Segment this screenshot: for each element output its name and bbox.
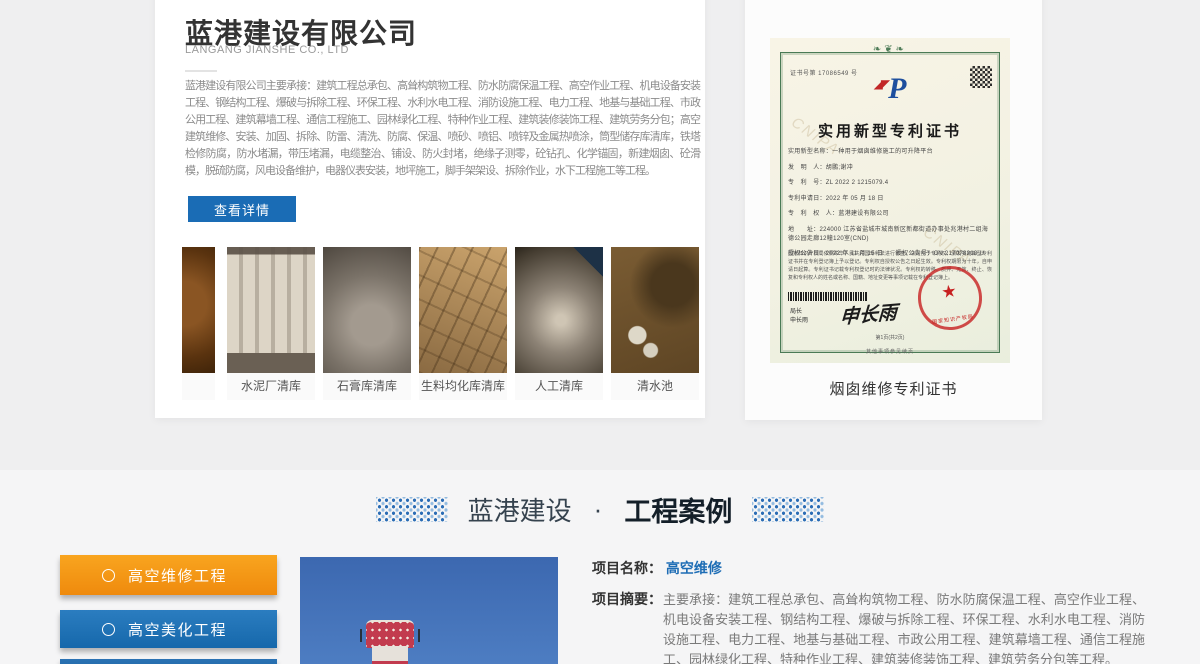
gallery-photo: [227, 247, 315, 373]
tab-label: 高空维修工程: [128, 565, 227, 586]
page: 蓝港建设有限公司 LANGANG JIANSHE CO., LTD 蓝港建设有限…: [0, 0, 1200, 664]
cnipa-logo-icon: ◢◤P: [770, 72, 1010, 106]
heading-brand: 蓝港建设: [468, 491, 572, 528]
certificate-page-note: 第1页(共2页): [770, 334, 1010, 341]
honor-card: - 荣誉资质 - CNIPA CNIPA ❧❦❧ 证书号第 17086549 号…: [745, 0, 1042, 420]
gallery-item[interactable]: 水泥厂清库: [227, 247, 315, 400]
issuer-signature: 申长雨: [839, 297, 897, 329]
tab-label: 高空美化工程: [128, 619, 227, 640]
company-intro-card: 蓝港建设有限公司 LANGANG JIANSHE CO., LTD 蓝港建设有限…: [155, 0, 705, 418]
project-name-row: 项目名称： 高空维修: [592, 558, 722, 578]
gallery-caption: 水泥厂清库: [227, 373, 315, 400]
ring-icon: [102, 623, 115, 636]
company-name-en: LANGANG JIANSHE CO., LTD: [185, 44, 349, 56]
company-description: 蓝港建设有限公司主要承接：建筑工程总承包、高耸构筑物工程、防水防腐保温工程、高空…: [185, 78, 700, 180]
issuer-role: 局长: [790, 308, 808, 317]
tab-third[interactable]: [60, 659, 277, 664]
ring-icon: [102, 569, 115, 582]
section-heading: 蓝港建设 · 工程案例: [0, 490, 1200, 529]
chimney-cap: [366, 620, 414, 648]
certificate-fields: 实用新型名称：一种用于烟囱维修施工的可升降平台 发 明 人：胡鹏;谢冲 专 利 …: [788, 146, 992, 264]
gallery-caption: 石膏库清库: [323, 373, 411, 400]
certificate-line: 发 明 人：胡鹏;谢冲: [788, 162, 992, 171]
chimney-railing: [360, 629, 362, 642]
project-summary-text: 主要承接：建筑工程总承包、高耸构筑物工程、防水防腐保温工程、高空作业工程、机电设…: [663, 590, 1145, 664]
heading-separator: ·: [594, 494, 603, 525]
patent-certificate-image: CNIPA CNIPA ❧❦❧ 证书号第 17086549 号 ◢◤P 实用新型…: [770, 38, 1010, 363]
dots-decoration-icon: [752, 497, 824, 522]
gallery-item[interactable]: 人工清库: [515, 247, 603, 400]
gallery-item[interactable]: 库: [182, 247, 215, 400]
dots-decoration-icon: [376, 497, 448, 522]
heading-title: 工程案例: [624, 490, 732, 529]
gallery-caption: 人工清库: [515, 373, 603, 400]
gallery-caption: 生料均化库清库: [419, 373, 507, 400]
project-name-label: 项目名称：: [592, 560, 662, 576]
project-gallery-carousel: 库 水泥厂清库 石膏库清库 生料均化库清库 人工清库: [182, 247, 705, 403]
tab-gaokong-meihua[interactable]: 高空美化工程: [60, 610, 277, 648]
certificate-footer-note: 其他事项参见续页: [770, 348, 1010, 355]
certificate-line: 实用新型名称：一种用于烟囱维修施工的可升降平台: [788, 146, 992, 155]
gallery-item[interactable]: 生料均化库清库: [419, 247, 507, 400]
gallery-caption: 清水池: [611, 373, 699, 400]
tab-gaokong-weixiu[interactable]: 高空维修工程: [60, 555, 277, 595]
certificate-line: 专 利 权 人：蓝港建设有限公司: [788, 208, 992, 217]
certificate-line: 专利申请日：2022 年 05 月 18 日: [788, 193, 992, 202]
gallery-photo: [182, 247, 215, 373]
certificate-line: 地 址：224000 江苏省盐城市城南新区新都街道办事处兆港村二组海德公园走廊1…: [788, 224, 992, 242]
project-cases-section: 蓝港建设 · 工程案例 高空维修工程 高空美化工程 项目名称： 高空维修: [0, 470, 1200, 664]
issuer-name: 申长雨: [790, 317, 808, 326]
view-details-button[interactable]: 查看详情: [188, 196, 296, 222]
gallery-caption: 库: [182, 373, 215, 400]
chimney-column: [372, 646, 408, 664]
gallery-photo: [611, 247, 699, 373]
certificate-caption: 烟囱维修专利证书: [745, 378, 1042, 399]
gallery-photo: [419, 247, 507, 373]
divider: [185, 70, 217, 72]
gallery-photo: [323, 247, 411, 373]
gallery-item[interactable]: 石膏库清库: [323, 247, 411, 400]
gallery-item[interactable]: 清水池: [611, 247, 699, 400]
chimney-railing: [418, 629, 420, 642]
gallery-photo: [515, 247, 603, 373]
case-photo-chimney[interactable]: [300, 557, 558, 664]
company-intro-section: 蓝港建设有限公司 LANGANG JIANSHE CO., LTD 蓝港建设有限…: [0, 0, 1200, 470]
certificate-line: 专 利 号：ZL 2022 2 1215079.4: [788, 177, 992, 186]
certificate-title: 实用新型专利证书: [770, 120, 1010, 141]
barcode-icon: [788, 292, 868, 301]
project-summary-label: 项目摘要：: [592, 591, 662, 607]
project-name-link[interactable]: 高空维修: [666, 560, 722, 576]
certificate-issuer: 局长 申长雨: [790, 308, 808, 326]
project-summary-label-row: 项目摘要：: [592, 589, 662, 609]
vine-ornament-icon: ❧❦❧: [770, 44, 1010, 55]
